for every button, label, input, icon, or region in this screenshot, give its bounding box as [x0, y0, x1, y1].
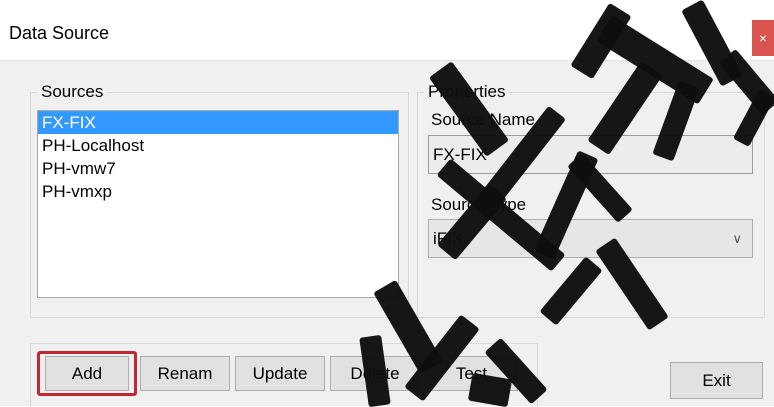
list-item[interactable]: PH-vmxp: [38, 180, 398, 203]
window-title: Data Source: [9, 23, 110, 43]
exit-button[interactable]: Exit: [670, 362, 763, 399]
data-source-dialog: Data Source × Sources FX-FIX PH-Localhos…: [0, 0, 774, 407]
chevron-down-icon: ∨: [732, 231, 742, 246]
sources-listbox[interactable]: FX-FIX PH-Localhost PH-vmw7 PH-vmxp: [37, 110, 399, 298]
sources-group-label: Sources: [37, 82, 108, 102]
add-button-highlight: [37, 351, 137, 396]
list-item[interactable]: PH-vmw7: [38, 157, 398, 180]
list-item[interactable]: PH-Localhost: [38, 134, 398, 157]
close-button[interactable]: ×: [752, 20, 774, 56]
rename-button[interactable]: Renam: [140, 356, 230, 391]
update-button[interactable]: Update: [235, 356, 325, 391]
list-item[interactable]: FX-FIX: [38, 111, 398, 134]
